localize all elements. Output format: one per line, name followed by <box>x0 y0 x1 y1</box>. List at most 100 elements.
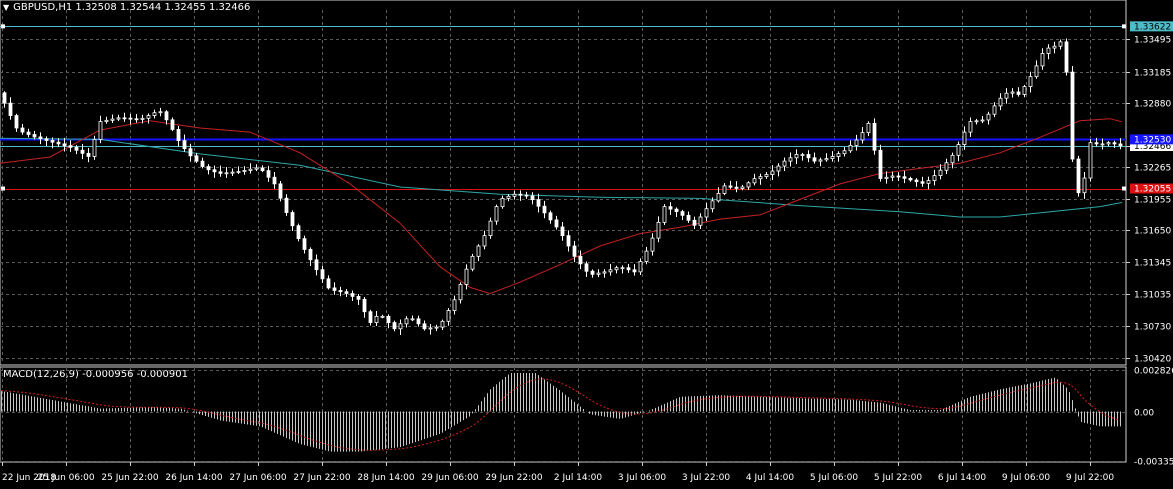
candle-body <box>422 323 427 330</box>
candle-body <box>644 250 649 262</box>
candle-body <box>614 267 619 271</box>
candle-body <box>698 216 703 226</box>
candle-body <box>860 132 865 141</box>
candle-body <box>362 298 367 313</box>
candle-body <box>122 117 127 120</box>
candle-body <box>704 208 709 218</box>
price-tick-label: 1.32265 <box>1134 164 1171 174</box>
candle-body <box>164 111 169 121</box>
price-frame <box>0 0 1127 366</box>
candle-body <box>458 284 463 301</box>
candle-body <box>68 145 73 148</box>
price-tick-label: 1.33185 <box>1134 69 1171 79</box>
candle-body <box>608 269 613 273</box>
candle-body <box>572 245 577 257</box>
time-label: 25 Jun 22:00 <box>101 473 158 483</box>
slow-moving-average-line <box>0 137 1123 218</box>
candle-body <box>710 200 715 210</box>
candle-body <box>38 136 43 140</box>
price-label: 1.32530 <box>1134 135 1171 145</box>
candle-body <box>770 170 775 175</box>
candle-body <box>932 175 937 181</box>
candle-body <box>938 169 943 176</box>
candle-body <box>50 140 55 143</box>
chart-window[interactable]: ▼ GBPUSD,H1 1.32508 1.32544 1.32455 1.324… <box>0 0 1173 489</box>
macd-frame <box>0 366 1127 463</box>
candle-body <box>470 255 475 270</box>
candle-body <box>158 111 163 114</box>
candle-body <box>290 212 295 227</box>
candle-body <box>998 97 1003 107</box>
candle-body <box>524 194 529 197</box>
candle-body <box>230 171 235 174</box>
candle-body <box>242 170 247 172</box>
candle-body <box>974 120 979 123</box>
candle-body <box>188 148 193 157</box>
price-label: 1.32055 <box>1134 185 1171 195</box>
candle-body <box>962 131 967 145</box>
candle-body <box>878 149 883 179</box>
candle-body <box>194 155 199 162</box>
candle-body <box>32 134 37 138</box>
level-handle[interactable] <box>1122 186 1126 191</box>
candle-body <box>1034 65 1039 78</box>
price-tick-label: 1.30420 <box>1134 355 1171 365</box>
candle-body <box>734 186 739 189</box>
price-chart[interactable]: 22 Jun 201825 Jun 06:00 25 Jun 22:00 26 Ju… <box>0 0 1173 489</box>
candle-body <box>602 271 607 274</box>
price-label: 1.33622 <box>1134 22 1171 32</box>
candle-body <box>314 259 319 271</box>
level-handle[interactable] <box>1 186 5 191</box>
candle-body <box>380 315 385 318</box>
time-label: 28 Jun 14:00 <box>357 473 414 483</box>
candle-body <box>74 146 79 151</box>
candle-body <box>146 115 151 119</box>
candle-body <box>638 261 643 273</box>
time-label: 2 Jul 14:00 <box>554 473 603 483</box>
level-handle[interactable] <box>1 24 5 29</box>
candle-body <box>1010 91 1015 94</box>
candle-body <box>566 235 571 247</box>
time-label: 3 Jul 06:00 <box>618 473 667 483</box>
candle-body <box>1118 143 1123 147</box>
candle-body <box>506 195 511 199</box>
time-label: 27 Jun 06:00 <box>229 473 286 483</box>
candle-body <box>62 143 67 147</box>
candle-body <box>806 154 811 159</box>
candle-body <box>650 237 655 252</box>
candle-body <box>620 267 625 270</box>
candle-body <box>20 127 25 133</box>
candle-body <box>1112 142 1117 145</box>
candle-body <box>818 159 823 162</box>
candle-body <box>944 162 949 171</box>
candle-body <box>140 117 145 120</box>
candle-body <box>488 220 493 237</box>
candle-body <box>848 144 853 152</box>
candle-body <box>218 171 223 174</box>
candle-body <box>386 315 391 323</box>
candle-body <box>788 157 793 162</box>
candle-body <box>1064 41 1069 73</box>
candle-body <box>830 156 835 160</box>
time-label: 25 Jun 06:00 <box>37 473 94 483</box>
candle-body <box>116 117 121 120</box>
candle-body <box>296 225 301 240</box>
candle-body <box>626 267 631 271</box>
candle-body <box>536 199 541 207</box>
candle-body <box>236 171 241 173</box>
candle-body <box>404 318 409 325</box>
candle-body <box>56 141 61 145</box>
candle-body <box>428 327 433 330</box>
level-handle[interactable] <box>1122 24 1126 29</box>
candle-body <box>740 186 745 189</box>
candle-body <box>482 235 487 247</box>
candle-body <box>8 102 13 116</box>
candle-body <box>476 245 481 257</box>
candle-body <box>368 311 373 323</box>
candle-body <box>764 174 769 178</box>
candle-body <box>440 320 445 328</box>
candle-body <box>668 206 673 210</box>
candle-body <box>884 176 889 179</box>
candle-body <box>560 226 565 237</box>
candle-body <box>752 178 757 184</box>
